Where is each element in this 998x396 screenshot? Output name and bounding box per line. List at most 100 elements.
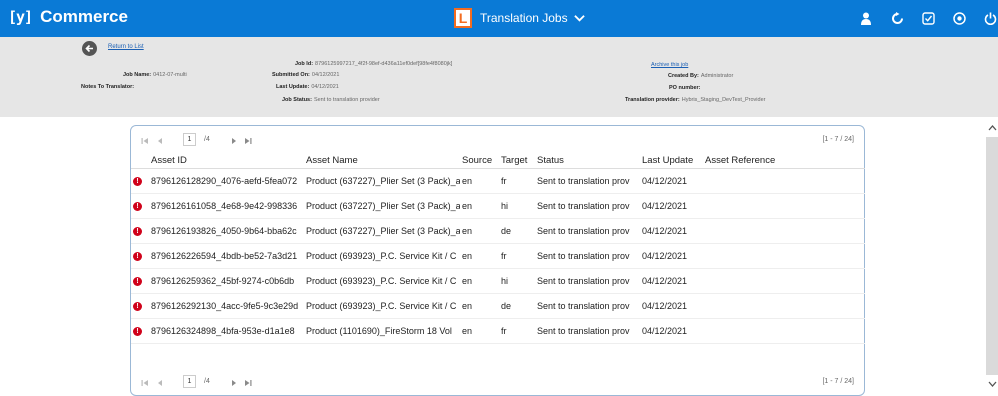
page-total: /4 [204,378,210,385]
next-page-button[interactable] [229,136,239,146]
created-by-value: Administrator [700,73,734,79]
record-range: [1 - 7 / 24] [822,136,854,143]
translation-provider-value: Hybris_Staging_DevTest_Provider [681,97,766,103]
translation-provider-label: Translation provider: [625,97,680,103]
table-row[interactable]: ! 8796126193826_4050-9b64-bba62c Product… [131,218,865,244]
archive-job-link[interactable]: Archive this job [651,62,688,68]
asset-reference-cell [703,318,865,344]
user-icon[interactable] [858,10,874,26]
column-header-asset-id[interactable]: Asset ID [149,154,304,169]
brand[interactable]: [y] Commerce [8,7,128,27]
globe-icon[interactable] [951,10,967,26]
asset-name-cell: Product (1101690)_FireStorm 18 Vol [304,318,460,344]
page-number-input[interactable]: 1 [183,133,196,146]
status-indicator-header [131,154,149,169]
notes-label: Notes To Translator: [81,84,135,90]
asset-reference-cell [703,168,865,194]
back-button[interactable] [82,41,97,56]
table-row[interactable]: ! 8796126226594_4bdb-be52-7a3d21 Product… [131,243,865,269]
last-update-label: Last Update: [276,84,310,90]
column-header-source[interactable]: Source [460,154,499,169]
top-toolbar [858,10,998,26]
error-icon: ! [133,227,142,236]
top-bar: [y] Commerce L Translation Jobs [0,0,998,37]
prev-page-button[interactable] [155,378,165,388]
target-cell: de [499,218,535,244]
next-page-icon [232,138,236,144]
error-icon: ! [133,327,142,336]
first-page-button[interactable] [140,136,150,146]
return-to-list-link[interactable]: Return to List [108,44,144,50]
asset-reference-cell [703,268,865,294]
target-cell: hi [499,193,535,219]
asset-id-cell: 8796126193826_4050-9b64-bba62c [149,218,304,244]
error-icon: ! [133,302,142,311]
translation-logo-icon: L [454,8,472,28]
table-row[interactable]: ! 8796126128290_4076-aefd-5fea072 Produc… [131,168,865,194]
table-row[interactable]: ! 8796126292130_4acc-9fe5-9c3e29d Produc… [131,293,865,319]
page-total: /4 [204,136,210,143]
assets-panel: 1 /4 [1 - 7 / 24] Asset ID Asset Name So [130,125,865,396]
last-page-button[interactable] [243,136,253,146]
status-cell: Sent to translation prov [535,193,640,219]
column-header-status[interactable]: Status [535,154,640,169]
power-icon[interactable] [982,10,998,26]
asset-name-cell: Product (693923)_P.C. Service Kit / C [304,243,460,269]
perspective-selector[interactable]: L Translation Jobs [454,8,585,28]
asset-id-cell: 8796126161058_4e68-9e42-998336 [149,193,304,219]
status-cell: Sent to translation prov [535,268,640,294]
arrow-left-icon [85,44,93,53]
job-details-header: Return to List Job Id: 8796125997217_4f2f… [0,37,998,117]
target-cell: de [499,293,535,319]
asset-name-cell: Product (693923)_P.C. Service Kit / C [304,293,460,319]
scroll-up-button[interactable] [986,121,998,135]
first-page-button[interactable] [140,378,150,388]
source-cell: en [460,243,499,269]
asset-id-cell: 8796126128290_4076-aefd-5fea072 [149,168,304,194]
asset-reference-cell [703,293,865,319]
table-row[interactable]: ! 8796126161058_4e68-9e42-998336 Product… [131,193,865,219]
last-update-cell: 04/12/2021 [640,168,703,194]
table-row[interactable]: ! 8796126259362_45bf-9274-c0b6db Product… [131,268,865,294]
job-name-value: 0412-07-multi [153,72,187,78]
created-by-label: Created By: [668,73,699,79]
checklist-icon[interactable] [920,10,936,26]
asset-name-cell: Product (637227)_Plier Set (3 Pack)_a [304,168,460,194]
asset-name-cell: Product (637227)_Plier Set (3 Pack)_a [304,193,460,219]
refresh-icon[interactable] [889,10,905,26]
last-page-button[interactable] [243,378,253,388]
source-cell: en [460,168,499,194]
first-page-icon [141,138,148,144]
column-header-asset-reference[interactable]: Asset Reference [703,154,865,169]
target-cell: fr [499,168,535,194]
job-id-field: Job Id: 8796125997217_4f2f-98ef-d436a11ef… [295,61,452,67]
column-header-last-update[interactable]: Last Update [640,154,703,169]
chevron-up-icon [988,125,996,131]
column-header-target[interactable]: Target [499,154,535,169]
source-cell: en [460,293,499,319]
job-name-field: Job Name: 0412-07-multi [123,72,187,78]
source-cell: en [460,318,499,344]
submitted-on-value: 04/12/2021 [311,72,340,78]
column-header-asset-name[interactable]: Asset Name [304,154,460,169]
translation-provider-field: Translation provider: Hybris_Staging_DevT… [625,97,765,103]
table-header-row: Asset ID Asset Name Source Target Status… [131,154,865,169]
po-number-field: PO number: [669,85,700,91]
prev-page-button[interactable] [155,136,165,146]
vertical-scrollbar[interactable] [984,117,998,396]
source-cell: en [460,218,499,244]
next-page-button[interactable] [229,378,239,388]
job-id-label: Job Id: [295,61,314,67]
brand-logo: [y] [8,8,33,26]
page-number-input[interactable]: 1 [183,375,196,388]
chevron-down-icon [988,381,996,387]
asset-name-cell: Product (693923)_P.C. Service Kit / C [304,268,460,294]
table-row[interactable]: ! 8796126324898_4bfa-953e-d1a1e8 Product… [131,318,865,344]
last-page-icon [245,138,252,144]
last-update-cell: 04/12/2021 [640,243,703,269]
brand-name: Commerce [40,7,128,26]
scroll-down-button[interactable] [986,377,998,391]
last-update-cell: 04/12/2021 [640,318,703,344]
last-update-cell: 04/12/2021 [640,218,703,244]
scroll-thumb[interactable] [986,137,998,375]
